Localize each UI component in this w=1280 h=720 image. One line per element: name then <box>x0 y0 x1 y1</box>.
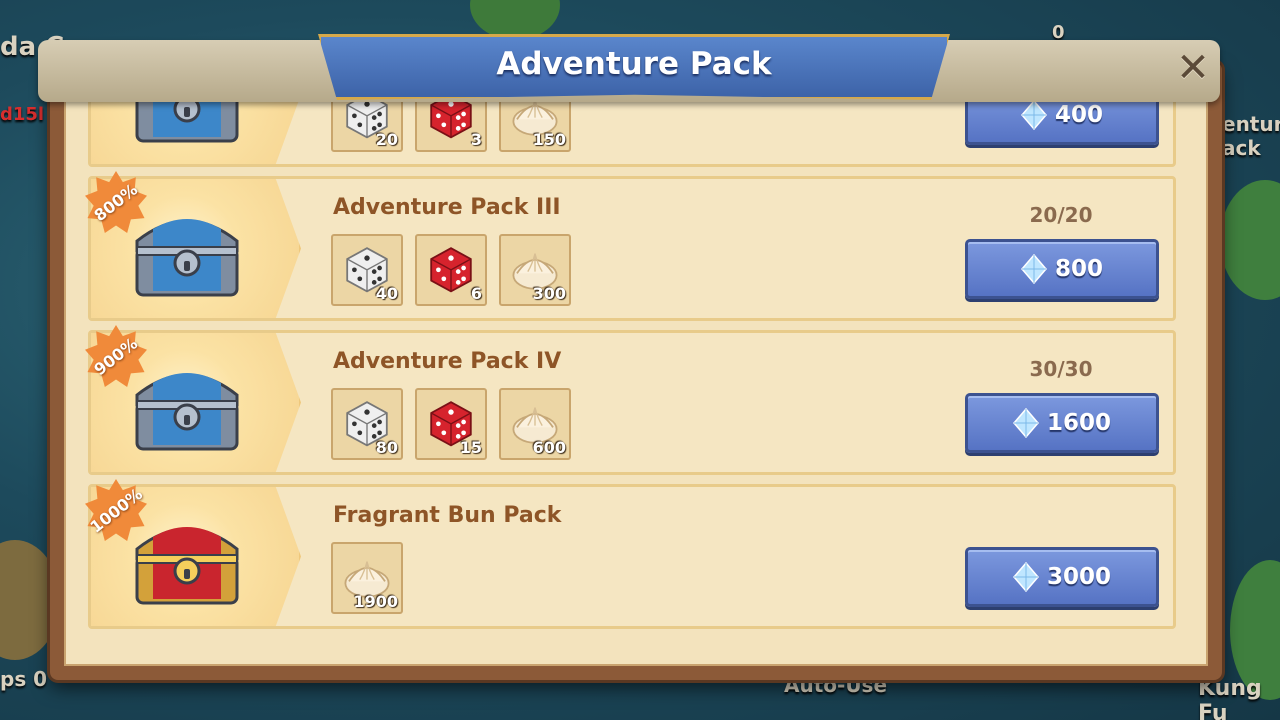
close-button[interactable]: ✕ <box>1158 44 1228 92</box>
buy-button[interactable]: 3000 <box>965 547 1159 607</box>
pack-name: Fragrant Bun Pack <box>333 503 562 528</box>
price-label: 400 <box>1054 102 1103 128</box>
price-label: 3000 <box>1046 564 1111 590</box>
bg-label-side-button: enture ack <box>1222 112 1280 160</box>
reward-item-red-dice[interactable]: 6 <box>415 234 487 306</box>
reward-item-bun[interactable]: 600 <box>499 388 571 460</box>
reward-item-bun[interactable]: 300 <box>499 234 571 306</box>
item-quantity: 150 <box>532 130 566 149</box>
price-label: 1600 <box>1046 410 1111 436</box>
item-quantity: 3 <box>470 130 482 149</box>
close-icon: ✕ <box>1176 45 1210 91</box>
value-badge: 1000% <box>85 479 147 541</box>
pack-items: 20 3 150 <box>331 98 571 152</box>
blue-chest-icon <box>129 98 245 147</box>
value-badge: 900% <box>85 325 147 387</box>
bg-label-bottom-left: ps 0 <box>0 667 48 691</box>
bg-label-bottom-right: Kung Fu <box>1198 676 1262 720</box>
item-quantity: 40 <box>375 284 398 303</box>
reward-item-bun[interactable]: 1900 <box>331 542 403 614</box>
diamond-icon <box>1012 408 1039 438</box>
item-quantity: 20 <box>375 130 398 149</box>
reward-item-white-dice[interactable]: 80 <box>331 388 403 460</box>
bg-label-player: d15l <box>0 104 45 125</box>
reward-item-white-dice[interactable]: 40 <box>331 234 403 306</box>
diamond-icon <box>1012 562 1039 592</box>
item-quantity: 300 <box>532 284 566 303</box>
pack-row: 1000% Fragrant Bun Pack 1900 3000 <box>85 479 1176 629</box>
item-quantity: 1900 <box>353 592 398 611</box>
buy-button[interactable]: 400 <box>965 98 1159 145</box>
pack-items: 40 6 300 <box>331 234 571 306</box>
buy-button[interactable]: 800 <box>965 239 1159 299</box>
item-quantity: 15 <box>459 438 482 457</box>
pack-items: 80 15 600 <box>331 388 571 460</box>
value-badge: 800% <box>85 171 147 233</box>
item-quantity: 6 <box>470 284 482 303</box>
dialog-title: Adventure Pack <box>496 46 772 82</box>
title-ribbon: Adventure Pack <box>318 34 950 100</box>
buy-button[interactable]: 1600 <box>965 393 1159 453</box>
purchase-limit: 30/30 <box>1029 357 1093 381</box>
pack-row: 800% Adventure Pack III 40 6 300 20/20 800 <box>85 171 1176 321</box>
reward-item-red-dice[interactable]: 15 <box>415 388 487 460</box>
pack-list-panel[interactable]: 20 3 150 400 800% Adventure Pack III 40 <box>64 96 1208 666</box>
pack-row: 900% Adventure Pack IV 80 15 600 30/30 160… <box>85 325 1176 475</box>
pack-row: 20 3 150 400 <box>88 98 1176 167</box>
pack-items: 1900 <box>331 542 403 614</box>
pack-name: Adventure Pack IV <box>333 349 562 374</box>
item-quantity: 600 <box>532 438 566 457</box>
purchase-limit: 20/20 <box>1029 203 1093 227</box>
diamond-icon <box>1020 100 1047 130</box>
reward-item-red-dice[interactable]: 3 <box>415 98 487 152</box>
reward-item-bun[interactable]: 150 <box>499 98 571 152</box>
adventure-pack-dialog: 20 3 150 400 800% Adventure Pack III 40 <box>50 62 1222 680</box>
price-label: 800 <box>1054 256 1103 282</box>
pack-name: Adventure Pack III <box>333 195 561 220</box>
diamond-icon <box>1020 254 1047 284</box>
reward-item-white-dice[interactable]: 20 <box>331 98 403 152</box>
item-quantity: 80 <box>375 438 398 457</box>
